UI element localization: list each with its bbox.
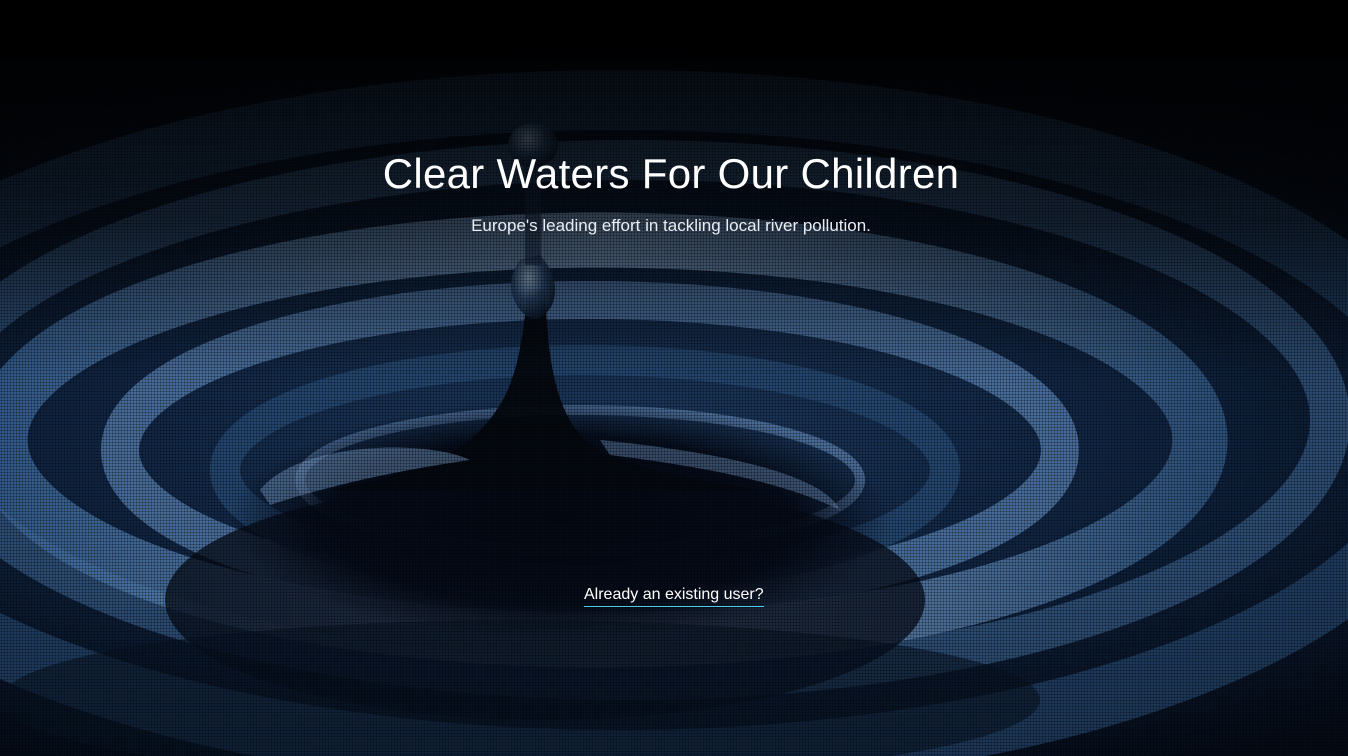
- hero-subtitle: Europe's leading effort in tackling loca…: [471, 216, 871, 235]
- hero-title: Clear Waters For Our Children: [382, 150, 960, 197]
- existing-user-login-link[interactable]: Already an existing user?: [584, 586, 764, 607]
- water-droplet-ripple-image: [0, 0, 1348, 756]
- hero-section: Clear Waters For Our Children Europe's l…: [0, 0, 1348, 756]
